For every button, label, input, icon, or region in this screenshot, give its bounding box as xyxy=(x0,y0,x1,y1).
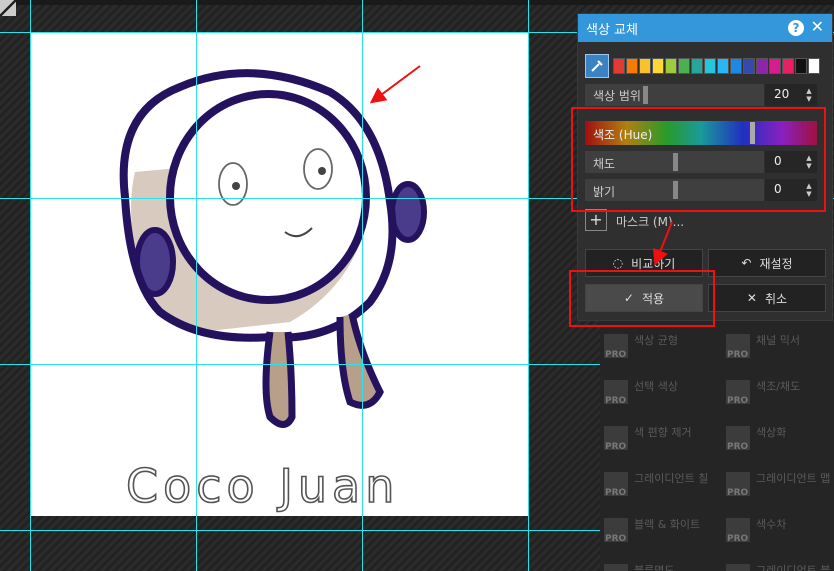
annotation-arrows xyxy=(369,65,673,266)
